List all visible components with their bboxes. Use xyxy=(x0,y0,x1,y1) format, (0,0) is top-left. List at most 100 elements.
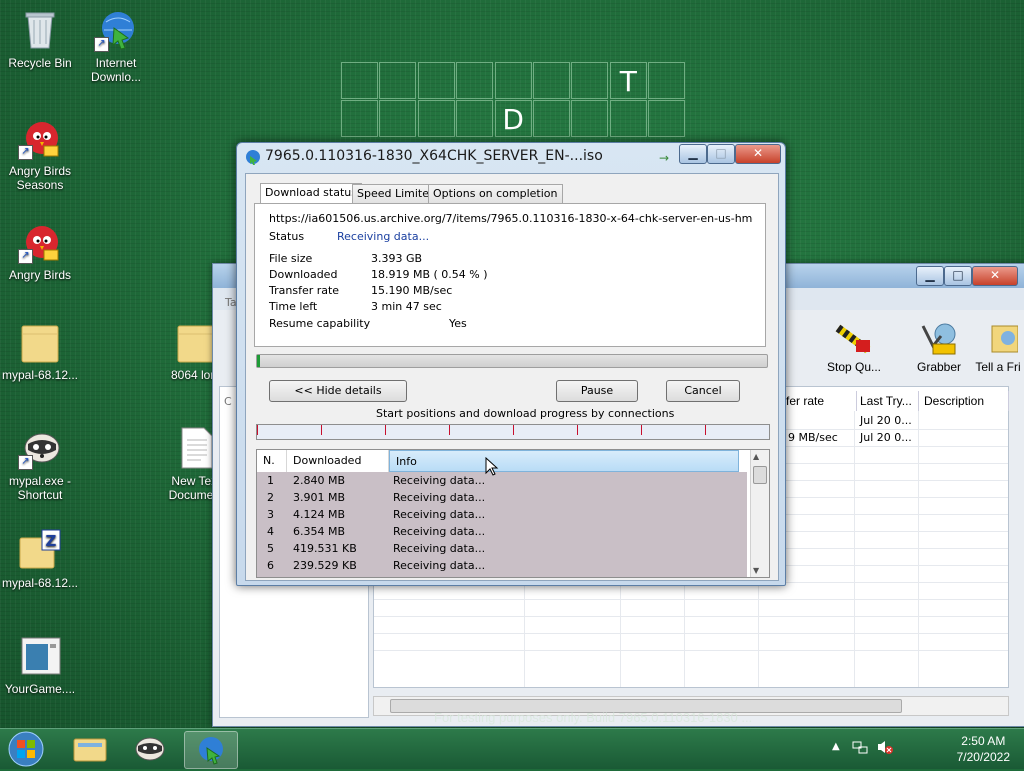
file-size-label: File size xyxy=(269,252,313,265)
connection-start-marker xyxy=(321,425,322,435)
connection-start-marker xyxy=(257,425,258,435)
taskbar-explorer[interactable] xyxy=(64,731,116,767)
desktop-icon-mypal-folder[interactable]: mypal-68.12... xyxy=(0,320,80,382)
cancel-button[interactable]: Cancel xyxy=(666,380,740,402)
shortcut-arrow-icon: ↗ xyxy=(94,37,109,52)
tab-download-status[interactable]: Download status xyxy=(260,183,362,205)
puzzle-cell xyxy=(341,100,378,137)
connection-row[interactable]: 3 4.124 MB Receiving data... xyxy=(257,506,747,523)
resume-capability-label: Resume capability xyxy=(269,317,371,330)
status-label: Status xyxy=(269,230,305,243)
connection-start-marker xyxy=(641,425,642,435)
downloaded-value: 18.919 MB ( 0.54 % ) xyxy=(371,268,488,281)
column-header-last-try[interactable]: Last Try... xyxy=(856,391,919,411)
column-header-downloaded[interactable]: Downloaded xyxy=(287,450,389,472)
system-clock[interactable]: 2:50 AM 7/20/2022 xyxy=(957,733,1010,765)
connection-row[interactable]: 4 6.354 MB Receiving data... xyxy=(257,523,747,540)
tab-options-on-completion[interactable]: Options on completion xyxy=(428,184,563,204)
taskbar-idm[interactable] xyxy=(184,731,238,769)
stop-queue-icon xyxy=(834,322,874,356)
desktop-icon-angry-birds-seasons[interactable]: ↗ Angry Birds Seasons xyxy=(0,116,80,192)
angry-birds-icon: ↗ xyxy=(18,116,62,160)
dialog-body: Download status Speed Limiter Options on… xyxy=(245,173,779,581)
puzzle-cell xyxy=(533,62,570,99)
puzzle-cell xyxy=(379,62,417,99)
close-button[interactable]: ✕ xyxy=(972,266,1018,286)
scroll-down-icon[interactable]: ▼ xyxy=(753,566,759,575)
dialog-title: 7965.0.110316-1830_X64CHK_SERVER_EN-...i… xyxy=(265,148,603,164)
conn-downloaded: 3.901 MB xyxy=(293,491,346,504)
conn-number: 2 xyxy=(267,491,274,504)
connection-row[interactable]: 5 419.531 KB Receiving data... xyxy=(257,540,747,557)
desktop-icon-label: Recycle Bin xyxy=(8,56,72,70)
hide-details-button[interactable]: << Hide details xyxy=(269,380,407,402)
tell-friend-icon xyxy=(978,322,1019,356)
svg-text:Z: Z xyxy=(46,532,57,550)
puzzle-cell: D xyxy=(494,100,532,137)
shortcut-arrow-icon: ↗ xyxy=(18,145,33,160)
column-header-info[interactable]: Info xyxy=(389,450,739,472)
raccoon-icon xyxy=(135,737,165,761)
puzzle-cell xyxy=(494,62,532,99)
minimize-button[interactable]: ▁ xyxy=(679,144,707,164)
puzzle-cell xyxy=(456,100,494,137)
desktop-icon-label: mypal.exe - Shortcut xyxy=(8,474,72,502)
puzzle-cell xyxy=(456,62,494,99)
recycle-bin-icon xyxy=(18,8,62,52)
time-left-label: Time left xyxy=(269,300,318,313)
desktop-icon-idm[interactable]: ↗ Internet Downlo... xyxy=(76,8,156,84)
desktop-icon-label: Angry Birds xyxy=(8,268,72,282)
resume-capability-value: Yes xyxy=(449,317,467,330)
taskbar: ▲ 2:50 AM 7/20/2022 xyxy=(0,728,1024,769)
tree-stub: C xyxy=(224,395,232,408)
network-icon[interactable] xyxy=(852,739,868,755)
start-button[interactable] xyxy=(6,730,46,768)
stop-queue-button[interactable]: Stop Qu... xyxy=(819,322,889,374)
column-header-description[interactable]: Description xyxy=(920,391,1009,411)
scroll-up-icon[interactable]: ▲ xyxy=(753,452,759,461)
minimize-button[interactable]: ▁ xyxy=(916,266,944,286)
vertical-scrollbar[interactable]: ▲ ▼ xyxy=(750,450,769,577)
conn-downloaded: 4.124 MB xyxy=(293,508,346,521)
taskbar-mypal[interactable] xyxy=(124,731,176,767)
tell-a-friend-button[interactable]: Tell a Fri xyxy=(973,322,1023,374)
pause-button[interactable]: Pause xyxy=(556,380,638,402)
toolbar-label: Grabber xyxy=(916,360,962,374)
resize-arrow-icon: → xyxy=(659,151,670,165)
download-progress-dialog[interactable]: 7965.0.110316-1830_X64CHK_SERVER_EN-...i… xyxy=(236,142,786,586)
idm-main-tab-stub: Ta xyxy=(225,296,237,309)
connection-row[interactable]: 1 2.840 MB Receiving data... xyxy=(257,472,747,489)
close-button[interactable]: ✕ xyxy=(735,144,781,164)
download-url: https://ia601506.us.archive.org/7/items/… xyxy=(269,212,753,225)
conn-info: Receiving data... xyxy=(393,542,486,555)
desktop-icon-mypal-shortcut[interactable]: ↗ mypal.exe - Shortcut xyxy=(0,426,80,502)
column-header-transfer-rate[interactable]: sfer rate xyxy=(776,391,857,411)
shortcut-arrow-icon: ↗ xyxy=(18,249,33,264)
list-cell-last-try: Jul 20 0... xyxy=(860,414,912,427)
grabber-button[interactable]: Grabber xyxy=(909,322,969,374)
conn-info: Receiving data... xyxy=(393,508,486,521)
column-header-n[interactable]: N. xyxy=(257,450,287,472)
maximize-button[interactable]: □ xyxy=(944,266,972,286)
desktop-icon-recycle-bin[interactable]: Recycle Bin xyxy=(0,8,80,70)
desktop-icon-mypal-zip[interactable]: Z mypal-68.12... xyxy=(0,528,80,590)
show-hidden-icons-arrow[interactable]: ▲ xyxy=(832,741,840,752)
build-watermark: For testing purposes only. Build 7965.0.… xyxy=(434,710,753,725)
connections-list[interactable]: N. Downloaded Info 1 2.840 MB Receiving da… xyxy=(256,449,770,578)
puzzle-cell xyxy=(417,100,455,137)
desktop-icon-yourgame[interactable]: YourGame.... xyxy=(0,634,80,696)
time-left-value: 3 min 47 sec xyxy=(371,300,442,313)
volume-muted-icon[interactable] xyxy=(876,739,894,755)
tab-speed-limiter[interactable]: Speed Limiter xyxy=(352,184,439,204)
connection-row[interactable]: 2 3.901 MB Receiving data... xyxy=(257,489,747,506)
raccoon-icon: ↗ xyxy=(18,426,62,470)
desktop-icon-angry-birds[interactable]: ↗ Angry Birds xyxy=(0,220,80,282)
scrollbar-thumb[interactable] xyxy=(753,466,767,484)
conn-downloaded: 6.354 MB xyxy=(293,525,346,538)
conn-number: 1 xyxy=(267,474,274,487)
connection-row[interactable]: 6 239.529 KB Receiving data... xyxy=(257,557,747,574)
puzzle-cell xyxy=(648,100,686,137)
puzzle-cell xyxy=(648,62,686,99)
conn-info: Receiving data... xyxy=(393,491,486,504)
progress-fill xyxy=(257,355,260,367)
